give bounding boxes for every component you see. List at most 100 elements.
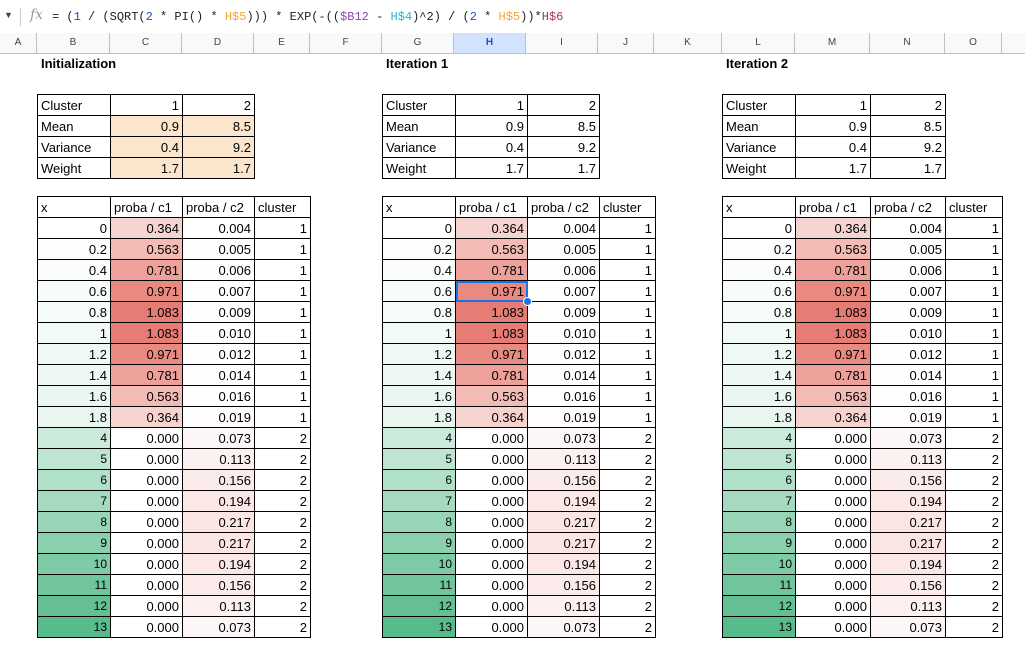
cluster-cell[interactable]: 1 <box>599 364 656 386</box>
cluster-cell[interactable]: 1 <box>254 406 311 428</box>
x-cell[interactable]: 1.6 <box>382 385 456 407</box>
param-value[interactable]: 1.7 <box>110 157 183 179</box>
proba-c1-cell[interactable]: 0.000 <box>455 511 528 533</box>
cluster-cell[interactable]: 1 <box>945 217 1003 239</box>
proba-c1-cell[interactable]: 0.364 <box>455 217 528 239</box>
cluster-cell[interactable]: 1 <box>254 385 311 407</box>
proba-c1-cell[interactable]: 0.781 <box>455 364 528 386</box>
proba-c2-cell[interactable]: 0.156 <box>182 469 255 491</box>
cluster-cell[interactable]: 2 <box>599 595 656 617</box>
column-header-B[interactable]: B <box>37 33 110 53</box>
proba-c1-cell[interactable]: 0.000 <box>110 595 183 617</box>
cluster-cell[interactable]: 1 <box>599 280 656 302</box>
proba-c1-cell[interactable]: 0.971 <box>795 280 871 302</box>
cluster-cell[interactable]: 1 <box>945 343 1003 365</box>
chevron-down-icon[interactable]: ▼ <box>4 10 13 20</box>
proba-c2-cell[interactable]: 0.005 <box>527 238 600 260</box>
proba-c1-cell[interactable]: 0.000 <box>110 574 183 596</box>
proba-c1-cell[interactable]: 0.781 <box>795 259 871 281</box>
param-value[interactable]: 8.5 <box>182 115 255 137</box>
proba-c1-cell[interactable]: 0.000 <box>110 490 183 512</box>
proba-c1-cell[interactable]: 0.000 <box>455 595 528 617</box>
proba-c1-cell[interactable]: 1.083 <box>795 301 871 323</box>
param-label[interactable]: Variance <box>382 136 456 158</box>
x-cell[interactable]: 1.2 <box>37 343 111 365</box>
proba-c2-cell[interactable]: 0.073 <box>527 616 600 638</box>
proba-c1-cell[interactable]: 0.000 <box>455 490 528 512</box>
proba-c1-cell[interactable]: 0.563 <box>795 385 871 407</box>
x-cell[interactable]: 1 <box>37 322 111 344</box>
cluster-cell[interactable]: 1 <box>254 280 311 302</box>
param-value[interactable]: 1.7 <box>795 157 871 179</box>
proba-c1-cell[interactable]: 0.000 <box>795 616 871 638</box>
cluster-cell[interactable]: 2 <box>599 616 656 638</box>
cluster-cell[interactable]: 2 <box>599 553 656 575</box>
cluster-cell[interactable]: 2 <box>945 574 1003 596</box>
proba-c2-cell[interactable]: 0.007 <box>870 280 946 302</box>
x-cell[interactable]: 0.8 <box>382 301 456 323</box>
column-header-cell[interactable]: cluster <box>599 196 656 218</box>
x-cell[interactable]: 9 <box>722 532 796 554</box>
proba-c1-cell[interactable]: 0.563 <box>455 238 528 260</box>
x-cell[interactable]: 12 <box>37 595 111 617</box>
column-header-cell[interactable]: x <box>37 196 111 218</box>
cluster-cell[interactable]: 2 <box>599 469 656 491</box>
x-cell[interactable]: 0.4 <box>722 259 796 281</box>
x-cell[interactable]: 1 <box>382 322 456 344</box>
column-header-O[interactable]: O <box>945 33 1002 53</box>
proba-c2-cell[interactable]: 0.113 <box>182 595 255 617</box>
x-cell[interactable]: 1.8 <box>37 406 111 428</box>
proba-c1-cell[interactable]: 0.971 <box>795 343 871 365</box>
cluster-cell[interactable]: 2 <box>945 616 1003 638</box>
cluster-cell[interactable]: 1 <box>254 301 311 323</box>
proba-c1-cell[interactable]: 0.000 <box>795 532 871 554</box>
proba-c1-cell[interactable]: 0.563 <box>110 238 183 260</box>
proba-c1-cell[interactable]: 0.000 <box>110 469 183 491</box>
cluster-cell[interactable]: 2 <box>599 448 656 470</box>
cluster-cell[interactable]: 1 <box>254 217 311 239</box>
x-cell[interactable]: 1 <box>722 322 796 344</box>
cluster-cell[interactable]: 2 <box>254 427 311 449</box>
proba-c2-cell[interactable]: 0.217 <box>182 511 255 533</box>
param-value[interactable]: 2 <box>870 94 946 116</box>
cluster-cell[interactable]: 2 <box>254 469 311 491</box>
cluster-cell[interactable]: 2 <box>599 574 656 596</box>
column-header-E[interactable]: E <box>254 33 310 53</box>
cluster-cell[interactable]: 2 <box>254 490 311 512</box>
x-cell[interactable]: 1.6 <box>37 385 111 407</box>
proba-c2-cell[interactable]: 0.113 <box>527 448 600 470</box>
param-value[interactable]: 0.4 <box>795 136 871 158</box>
param-value[interactable]: 0.9 <box>455 115 528 137</box>
x-cell[interactable]: 9 <box>37 532 111 554</box>
x-cell[interactable]: 12 <box>722 595 796 617</box>
proba-c2-cell[interactable]: 0.016 <box>870 385 946 407</box>
x-cell[interactable]: 11 <box>37 574 111 596</box>
x-cell[interactable]: 5 <box>382 448 456 470</box>
proba-c2-cell[interactable]: 0.194 <box>870 490 946 512</box>
cluster-cell[interactable]: 1 <box>945 406 1003 428</box>
proba-c1-cell[interactable]: 0.971 <box>110 343 183 365</box>
x-cell[interactable]: 13 <box>37 616 111 638</box>
proba-c1-cell[interactable]: 0.781 <box>110 364 183 386</box>
proba-c2-cell[interactable]: 0.113 <box>870 448 946 470</box>
x-cell[interactable]: 4 <box>382 427 456 449</box>
proba-c2-cell[interactable]: 0.009 <box>527 301 600 323</box>
cluster-cell[interactable]: 1 <box>945 238 1003 260</box>
x-cell[interactable]: 0.4 <box>382 259 456 281</box>
param-value[interactable]: 0.9 <box>795 115 871 137</box>
column-header-I[interactable]: I <box>526 33 598 53</box>
cluster-cell[interactable]: 2 <box>945 469 1003 491</box>
proba-c1-cell[interactable]: 0.000 <box>110 616 183 638</box>
param-value[interactable]: 2 <box>527 94 600 116</box>
x-cell[interactable]: 0.2 <box>37 238 111 260</box>
proba-c2-cell[interactable]: 0.194 <box>527 490 600 512</box>
x-cell[interactable]: 1.2 <box>382 343 456 365</box>
cluster-cell[interactable]: 1 <box>599 343 656 365</box>
proba-c2-cell[interactable]: 0.006 <box>870 259 946 281</box>
proba-c2-cell[interactable]: 0.073 <box>870 427 946 449</box>
proba-c1-cell[interactable]: 1.083 <box>795 322 871 344</box>
param-value[interactable]: 9.2 <box>182 136 255 158</box>
proba-c2-cell[interactable]: 0.019 <box>182 406 255 428</box>
cluster-cell[interactable]: 2 <box>254 532 311 554</box>
proba-c1-cell[interactable]: 0.781 <box>455 259 528 281</box>
